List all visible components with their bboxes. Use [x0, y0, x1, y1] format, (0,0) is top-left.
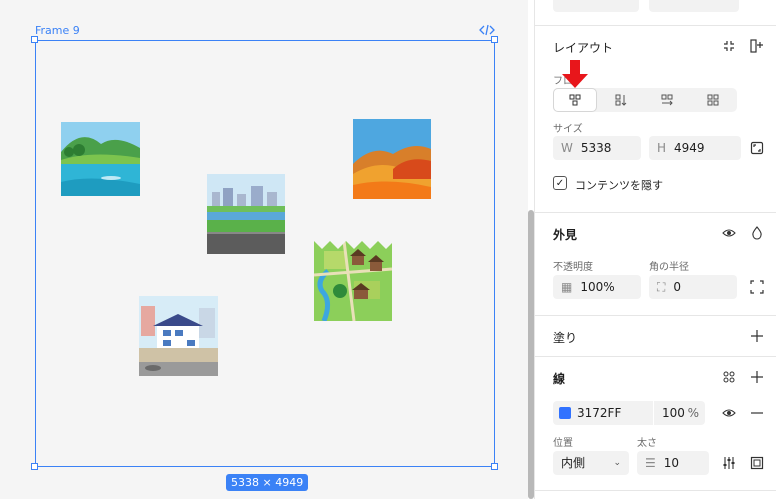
fill-section: 塗り	[535, 316, 776, 357]
partial-field[interactable]	[553, 0, 639, 12]
townhouse-thumb[interactable]	[139, 296, 218, 376]
resize-handle-bottom-left[interactable]	[31, 463, 38, 470]
width-field[interactable]: W 5338	[553, 136, 641, 160]
stroke-opacity-unit: %	[687, 406, 699, 420]
opacity-label: 不透明度	[553, 262, 593, 273]
vertical-flow-icon	[615, 94, 627, 106]
frame-name-label[interactable]: Frame 9	[35, 24, 80, 37]
lake-landscape-thumb[interactable]	[61, 122, 140, 196]
clip-content-label: コンテンツを隠す	[575, 179, 663, 192]
flow-segmented-control	[553, 88, 737, 112]
stroke-position-value: 内側	[561, 456, 586, 470]
resize-handle-top-right[interactable]	[491, 36, 498, 43]
size-label: サイズ	[553, 124, 583, 135]
layout-section: レイアウト フロ サイズ W 5338 H 4949 ✓ コンテンツを隠す	[535, 26, 776, 213]
opacity-value: 100%	[580, 280, 615, 294]
fill-title: 塗り	[553, 331, 578, 345]
independent-corners-icon[interactable]	[747, 277, 767, 297]
resize-to-fit-icon[interactable]	[747, 138, 767, 158]
chevron-down-icon: ⌄	[613, 458, 621, 468]
stroke-title: 線	[553, 372, 566, 386]
radius-value: 0	[673, 280, 682, 294]
stroke-settings-sliders-icon[interactable]	[719, 453, 739, 473]
eye-icon[interactable]	[719, 223, 739, 243]
add-auto-layout-icon[interactable]	[747, 36, 767, 56]
stroke-section: 線 3172FF 100 % 位置 太さ 内側 ⌄ ☰ 10	[535, 357, 776, 491]
flow-horizontal-option[interactable]	[645, 88, 689, 112]
radius-label: 角の半径	[649, 262, 689, 273]
code-icon[interactable]	[479, 23, 495, 37]
stroke-opacity-field[interactable]: 100 %	[653, 401, 705, 425]
appearance-title: 外見	[553, 228, 578, 242]
top-partial-section	[535, 0, 776, 26]
stroke-color-swatch[interactable]	[559, 407, 571, 419]
add-stroke-icon[interactable]	[747, 367, 767, 387]
stroke-weight-icon: ☰	[645, 456, 656, 470]
stroke-position-label: 位置	[553, 438, 573, 449]
red-arrow-annotation-icon	[562, 60, 588, 88]
height-prefix: H	[657, 141, 667, 155]
opacity-field[interactable]: ▦ 100%	[553, 275, 641, 299]
collapse-icon[interactable]	[719, 36, 739, 56]
width-prefix: W	[561, 141, 573, 155]
grid-flow-icon	[707, 94, 719, 106]
water-drop-icon[interactable]	[747, 223, 767, 243]
opacity-icon: ▦	[561, 280, 573, 294]
flow-grid-option[interactable]	[691, 88, 735, 112]
stroke-visibility-eye-icon[interactable]	[719, 403, 739, 423]
appearance-section: 外見 不透明度 角の半径 ▦ 100% ⛶ 0	[535, 213, 776, 316]
stroke-weight-label: 太さ	[637, 438, 657, 449]
design-canvas[interactable]: Frame 9 5338 × 4949	[0, 0, 528, 499]
partial-field-2[interactable]	[649, 0, 739, 12]
size-badge: 5338 × 4949	[226, 474, 309, 491]
freeform-icon	[569, 94, 581, 106]
stroke-opacity-value: 100	[662, 406, 685, 420]
height-field[interactable]: H 4949	[649, 136, 741, 160]
stroke-position-select[interactable]: 内側 ⌄	[553, 451, 629, 475]
resize-handle-bottom-right[interactable]	[491, 463, 498, 470]
resize-handle-top-left[interactable]	[31, 36, 38, 43]
horizontal-flow-icon	[661, 94, 673, 106]
flow-vertical-option[interactable]	[599, 88, 643, 112]
stroke-color-hex: 3172FF	[577, 406, 622, 420]
add-fill-icon[interactable]	[747, 326, 767, 346]
clip-content-checkbox[interactable]: ✓	[553, 176, 567, 190]
remove-stroke-icon[interactable]	[747, 403, 767, 423]
width-value: 5338	[580, 141, 612, 155]
stroke-sides-icon[interactable]	[747, 453, 767, 473]
autumn-mountain-thumb[interactable]	[353, 119, 431, 199]
stroke-weight-value: 10	[663, 456, 680, 470]
river-city-thumb[interactable]	[207, 174, 285, 254]
stroke-weight-field[interactable]: ☰ 10	[637, 451, 709, 475]
height-value: 4949	[674, 141, 705, 155]
styles-grid-icon[interactable]	[719, 367, 739, 387]
radius-field[interactable]: ⛶ 0	[649, 275, 737, 299]
flow-freeform-option[interactable]	[553, 88, 597, 112]
village-map-thumb[interactable]	[314, 241, 392, 321]
layout-title: レイアウト	[553, 41, 614, 55]
corner-radius-icon: ⛶	[657, 280, 666, 294]
